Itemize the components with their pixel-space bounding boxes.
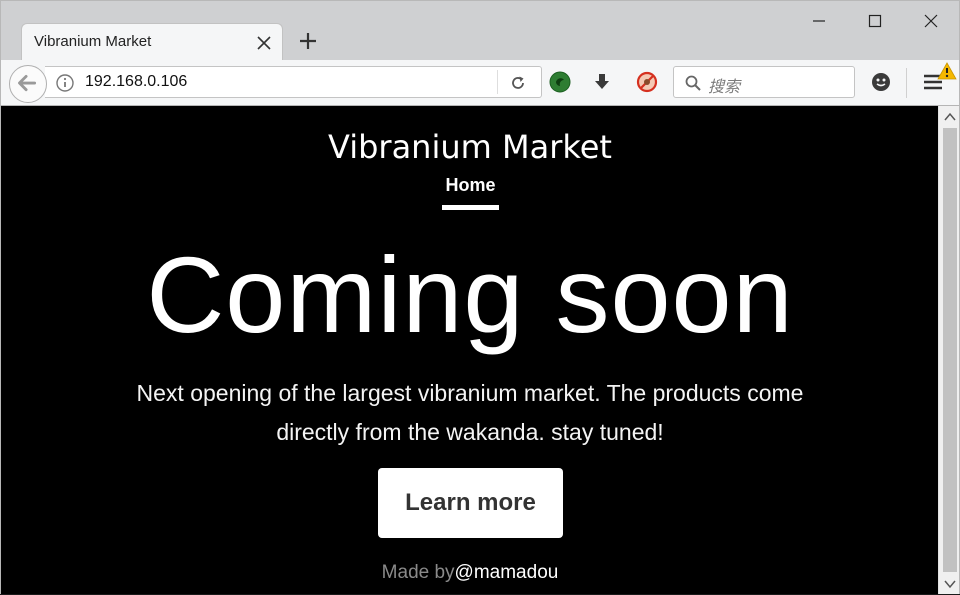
- tab-vibranium-market[interactable]: Vibranium Market: [21, 23, 283, 61]
- browser-titlebar: Vibranium Market: [0, 0, 960, 61]
- scroll-down-icon[interactable]: [942, 576, 958, 592]
- scroll-up-icon[interactable]: [942, 109, 958, 125]
- plus-icon[interactable]: [295, 28, 321, 54]
- tab-title: Vibranium Market: [34, 33, 152, 50]
- search-bar[interactable]: 搜索: [673, 66, 855, 98]
- warning-icon: [937, 62, 957, 80]
- hero-heading: Coming soon: [146, 234, 794, 355]
- extension-icon[interactable]: [548, 70, 572, 94]
- close-window-icon[interactable]: [919, 9, 943, 33]
- back-button[interactable]: [9, 65, 47, 103]
- nav-link-home[interactable]: Home: [442, 175, 499, 210]
- hero-description: Next opening of the largest vibranium ma…: [136, 380, 804, 445]
- search-icon: [685, 75, 701, 91]
- toolbar-separator: [906, 68, 907, 98]
- url-text[interactable]: 192.168.0.106: [85, 73, 187, 91]
- back-arrow-icon: [18, 75, 37, 92]
- vertical-scrollbar[interactable]: [938, 106, 960, 595]
- page-content: Vibranium Market Home Coming soon Next o…: [0, 106, 938, 595]
- url-divider: [497, 70, 498, 94]
- footer-made-by: Made by: [381, 562, 455, 583]
- download-icon[interactable]: [590, 70, 614, 94]
- info-icon[interactable]: [55, 73, 75, 93]
- reload-icon[interactable]: [509, 74, 527, 92]
- face-icon[interactable]: [869, 70, 893, 94]
- tracking-block-icon[interactable]: [635, 70, 659, 94]
- browser-toolbar: 192.168.0.106 搜索: [0, 60, 960, 106]
- footer: Made by@mamadou: [1, 562, 938, 584]
- url-bar[interactable]: 192.168.0.106: [45, 66, 542, 98]
- minimize-icon[interactable]: [807, 9, 831, 33]
- maximize-icon[interactable]: [863, 9, 887, 33]
- learn-more-button[interactable]: Learn more: [378, 468, 563, 538]
- search-placeholder[interactable]: 搜索: [708, 73, 740, 97]
- scroll-thumb[interactable]: [943, 128, 957, 572]
- footer-author-link[interactable]: @mamadou: [455, 562, 559, 583]
- close-tab-icon[interactable]: [254, 33, 274, 53]
- site-title: Vibranium Market: [328, 128, 612, 166]
